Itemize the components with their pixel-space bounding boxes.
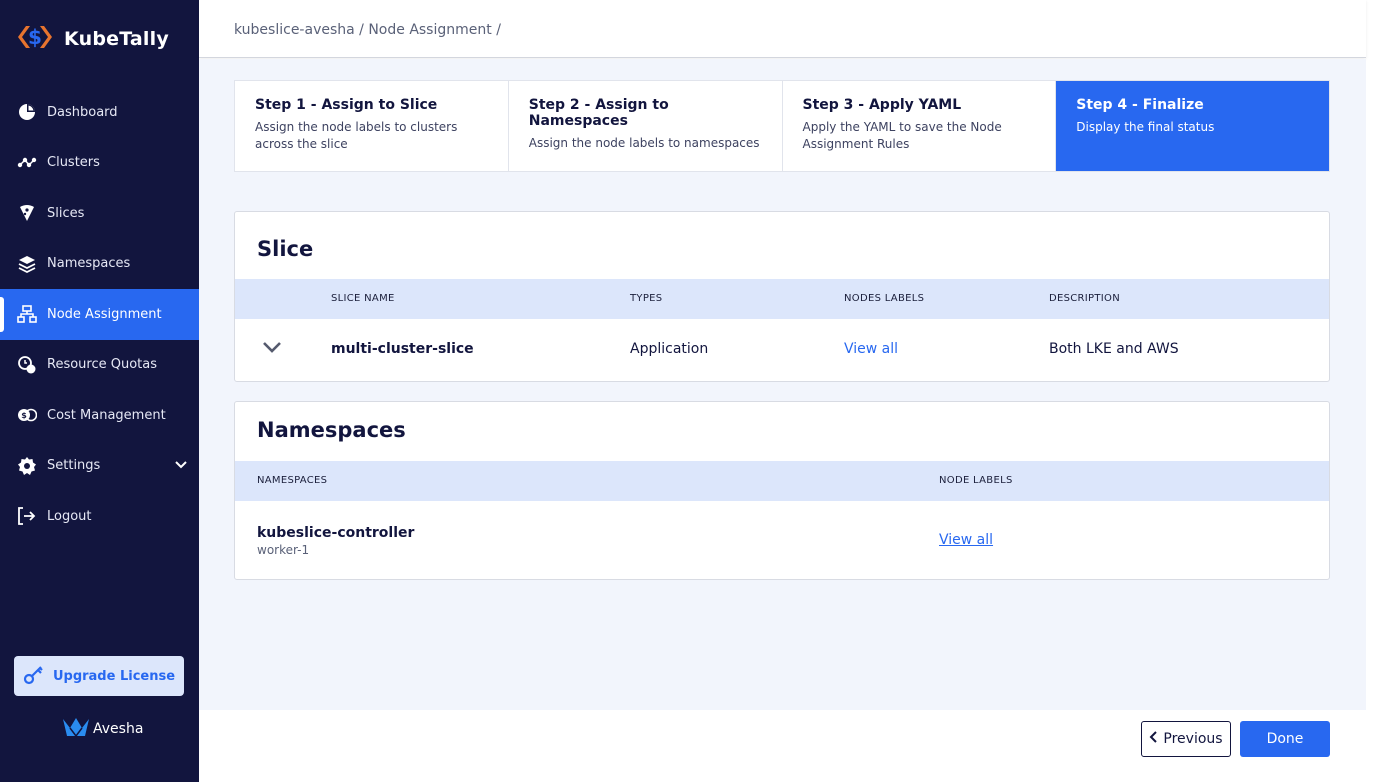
col-node-labels: NODE LABELS: [939, 475, 1013, 486]
sidebar: $ KubeTally Dashboard Clusters Slices Na…: [0, 0, 199, 782]
key-icon: [23, 663, 45, 689]
hierarchy-icon: [16, 303, 38, 325]
cluster-graph-icon: [16, 152, 38, 174]
top-bar: kubeslice-avesha / Node Assignment /: [199, 0, 1366, 58]
sidebar-item-settings[interactable]: Settings: [0, 441, 199, 492]
upgrade-license-button[interactable]: Upgrade License: [14, 656, 184, 696]
sidebar-item-label: Clusters: [47, 155, 100, 171]
namespace-name: kubeslice-controller: [257, 525, 415, 541]
avesha-label: Avesha: [93, 721, 144, 737]
view-all-node-labels-link[interactable]: View all: [939, 532, 993, 548]
col-types: TYPES: [630, 293, 663, 304]
sidebar-item-resource-quotas[interactable]: Resource Quotas: [0, 340, 199, 391]
sidebar-item-dashboard[interactable]: Dashboard: [0, 87, 199, 138]
brand[interactable]: $ KubeTally: [16, 22, 169, 56]
breadcrumb[interactable]: kubeslice-avesha / Node Assignment /: [234, 22, 501, 38]
svg-text:$: $: [28, 25, 42, 49]
sidebar-item-slices[interactable]: Slices: [0, 188, 199, 239]
pie-chart-icon: [16, 101, 38, 123]
layers-icon: [16, 253, 38, 275]
table-row: kubeslice-controller worker-1 View all: [235, 501, 1329, 579]
dollar-logo-icon: $: [16, 22, 54, 56]
step-apply-yaml[interactable]: Step 3 - Apply YAML Apply the YAML to sa…: [783, 81, 1057, 171]
namespace-cluster: worker-1: [257, 543, 310, 557]
main-content: Step 1 - Assign to Slice Assign the node…: [199, 59, 1366, 710]
step-description: Display the final status: [1076, 120, 1215, 134]
step-assign-to-slice[interactable]: Step 1 - Assign to Slice Assign the node…: [235, 81, 509, 171]
step-finalize[interactable]: Step 4 - Finalize Display the final stat…: [1056, 81, 1329, 171]
sidebar-item-label: Dashboard: [47, 104, 118, 120]
sidebar-item-label: Node Assignment: [47, 306, 162, 322]
sidebar-item-label: Resource Quotas: [47, 357, 158, 373]
coins-icon: $: [16, 404, 38, 426]
step-description: Assign the node labels to clusters acros…: [255, 120, 458, 151]
slice-description: Both LKE and AWS: [1049, 341, 1179, 357]
sidebar-item-label: Slices: [47, 205, 85, 221]
chevron-down-icon[interactable]: [175, 458, 187, 473]
chevron-left-icon: [1149, 731, 1158, 747]
sidebar-item-cost-management[interactable]: $ Cost Management: [0, 390, 199, 441]
slice-name: multi-cluster-slice: [331, 341, 474, 357]
namespaces-card: Namespaces NAMESPACES NODE LABELS kubesl…: [234, 401, 1330, 580]
footer: Previous Done: [199, 710, 1375, 782]
sidebar-item-label: Settings: [47, 458, 101, 474]
step-assign-to-namespaces[interactable]: Step 2 - Assign to Namespaces Assign the…: [509, 81, 783, 171]
svg-text:$: $: [21, 411, 27, 420]
stepper: Step 1 - Assign to Slice Assign the node…: [234, 80, 1330, 172]
gear-icon: [16, 455, 38, 477]
step-description: Assign the node labels to namespaces: [528, 136, 760, 150]
done-button[interactable]: Done: [1240, 721, 1330, 757]
sidebar-nav: Dashboard Clusters Slices Namespaces Nod…: [0, 87, 199, 542]
sidebar-item-namespaces[interactable]: Namespaces: [0, 239, 199, 290]
col-description: DESCRIPTION: [1049, 293, 1120, 304]
slice-type: Application: [630, 341, 709, 357]
slice-table-header: SLICE NAME TYPES NODES LABELS DESCRIPTIO…: [235, 279, 1329, 319]
step-description: Apply the YAML to save the Node Assignme…: [802, 120, 1002, 151]
view-all-node-labels-link[interactable]: View all: [844, 341, 898, 357]
slice-icon: [16, 202, 38, 224]
sidebar-item-clusters[interactable]: Clusters: [0, 138, 199, 189]
sidebar-item-label: Cost Management: [47, 407, 166, 423]
step-title: Step 3 - Apply YAML: [802, 97, 962, 113]
brand-name: KubeTally: [64, 28, 169, 50]
slice-card-title: Slice: [257, 237, 314, 261]
logout-icon: [16, 505, 38, 527]
crown-icon: [62, 716, 90, 742]
upgrade-license-label: Upgrade License: [52, 668, 176, 684]
namespaces-table-header: NAMESPACES NODE LABELS: [235, 461, 1329, 501]
slice-card: Slice SLICE NAME TYPES NODES LABELS DESC…: [234, 211, 1330, 382]
avesha-logo: Avesha: [62, 716, 143, 742]
step-title: Step 4 - Finalize: [1076, 97, 1204, 113]
col-namespaces: NAMESPACES: [257, 475, 328, 486]
col-slice-name: SLICE NAME: [331, 293, 395, 304]
sidebar-item-label: Namespaces: [47, 256, 131, 272]
sidebar-item-logout[interactable]: Logout: [0, 491, 199, 542]
sidebar-item-node-assignment[interactable]: Node Assignment: [0, 289, 199, 340]
namespaces-card-title: Namespaces: [257, 418, 406, 442]
col-nodes-labels: NODES LABELS: [844, 293, 925, 304]
previous-button[interactable]: Previous: [1141, 721, 1231, 757]
sidebar-item-label: Logout: [47, 508, 92, 524]
previous-label: Previous: [1163, 731, 1223, 747]
quota-icon: [16, 354, 38, 376]
chevron-down-icon[interactable]: [263, 341, 281, 357]
step-title: Step 1 - Assign to Slice: [255, 97, 438, 113]
step-title: Step 2 - Assign to Namespaces: [528, 97, 669, 129]
table-row: multi-cluster-slice Application View all…: [235, 319, 1329, 381]
